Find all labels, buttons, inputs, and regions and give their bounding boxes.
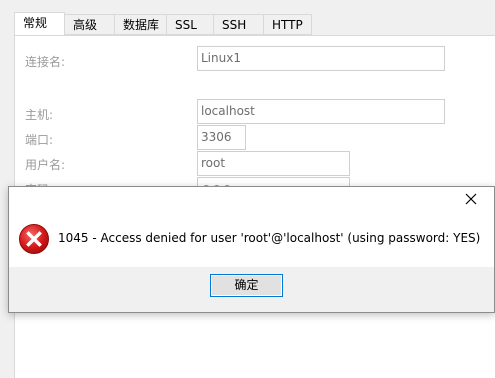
host-label: 主机: [25,108,54,122]
username-label: 用户名: [25,158,66,172]
tab-databases[interactable]: 数据库 [115,14,167,35]
error-message: 1045 - Access denied for user 'root'@'lo… [58,231,481,245]
username-input[interactable]: root [197,151,350,176]
tab-general[interactable]: 常规 [14,12,65,35]
error-dialog: 1045 - Access denied for user 'root'@'lo… [8,186,495,313]
ok-button[interactable]: 确定 [210,274,283,297]
tab-http[interactable]: HTTP [264,14,312,35]
tab-advanced[interactable]: 高级 [65,14,115,35]
close-icon[interactable] [463,191,479,207]
dialog-body: 1045 - Access denied for user 'root'@'lo… [9,213,494,267]
tab-ssh[interactable]: SSH [214,14,264,35]
tab-ssl[interactable]: SSL [167,14,214,35]
dialog-footer: 确定 [9,267,494,312]
port-label: 端口: [25,133,54,147]
connection-tabs: 常规 高级 数据库 SSL SSH HTTP [14,12,312,35]
connection-name-label: 连接名: [25,55,66,69]
dialog-titlebar [9,187,494,213]
port-input[interactable]: 3306 [197,125,246,150]
error-icon [18,223,50,255]
connection-name-input[interactable]: Linux1 [197,46,445,71]
host-input[interactable]: localhost [197,99,445,124]
